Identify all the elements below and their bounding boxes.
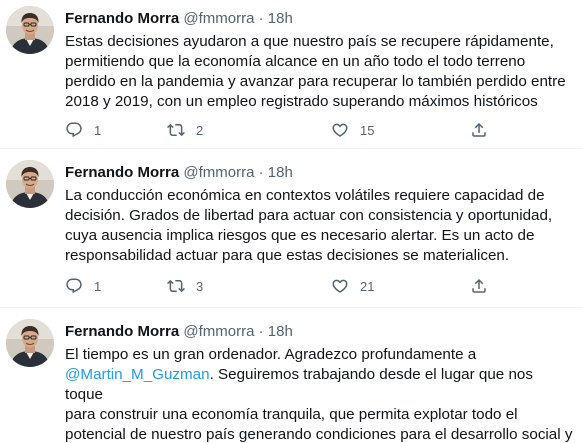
retweet-button[interactable]: 2 (167, 120, 203, 140)
tweet[interactable]: Fernando Morra @fmmorra · 18h Estas deci… (0, 6, 582, 146)
share-button[interactable] (470, 276, 488, 296)
mention-link[interactable]: @Martin_M_Guzman (65, 366, 210, 383)
tweet-actions: 1 2 15 (65, 120, 495, 140)
reply-button[interactable]: 1 (65, 120, 101, 140)
heart-icon (331, 121, 349, 139)
divider (0, 148, 582, 149)
tweet-header: Fernando Morra @fmmorra · 18h (65, 164, 293, 182)
author-name[interactable]: Fernando Morra (65, 164, 179, 181)
author-handle[interactable]: @fmmorra (183, 323, 254, 340)
tweet-text: El tiempo es un gran ordenador. Agradezc… (65, 345, 575, 443)
like-button[interactable]: 15 (331, 120, 374, 140)
timestamp[interactable]: 18h (268, 164, 293, 181)
reply-count: 1 (94, 122, 102, 138)
tweet-actions: 1 3 21 (65, 276, 495, 296)
like-count: 21 (360, 278, 375, 294)
avatar[interactable] (6, 319, 54, 367)
reply-icon (65, 277, 83, 295)
retweet-icon (167, 121, 185, 139)
reply-icon (65, 121, 83, 139)
timestamp[interactable]: 18h (268, 10, 293, 27)
divider (0, 307, 582, 308)
like-button[interactable]: 21 (331, 276, 374, 296)
share-icon (470, 277, 488, 295)
heart-icon (331, 277, 349, 295)
author-name[interactable]: Fernando Morra (65, 10, 179, 27)
retweet-count: 3 (196, 278, 204, 294)
tweet-text: La conducción económica en contextos vol… (65, 187, 553, 264)
reply-button[interactable]: 1 (65, 276, 101, 296)
separator-dot: · (258, 10, 264, 27)
tweet-text: Estas decisiones ayudaron a que nuestro … (65, 33, 566, 110)
separator-dot: · (258, 164, 264, 181)
tweet[interactable]: Fernando Morra @fmmorra · 18h El tiempo … (0, 319, 582, 443)
retweet-count: 2 (196, 122, 204, 138)
author-handle[interactable]: @fmmorra (183, 164, 254, 181)
author-name[interactable]: Fernando Morra (65, 323, 179, 340)
retweet-button[interactable]: 3 (167, 276, 203, 296)
avatar[interactable] (6, 160, 54, 208)
author-handle[interactable]: @fmmorra (183, 10, 254, 27)
avatar[interactable] (6, 6, 54, 54)
tweet-text-part: El tiempo es un gran ordenador. Agradezc… (65, 346, 477, 363)
tweet-header: Fernando Morra @fmmorra · 18h (65, 10, 293, 28)
tweet[interactable]: Fernando Morra @fmmorra · 18h La conducc… (0, 160, 582, 305)
retweet-icon (167, 277, 185, 295)
like-count: 15 (360, 122, 375, 138)
separator-dot: · (258, 323, 264, 340)
share-button[interactable] (470, 120, 488, 140)
timestamp[interactable]: 18h (268, 323, 293, 340)
tweet-header: Fernando Morra @fmmorra · 18h (65, 323, 293, 341)
share-icon (470, 121, 488, 139)
reply-count: 1 (94, 278, 102, 294)
